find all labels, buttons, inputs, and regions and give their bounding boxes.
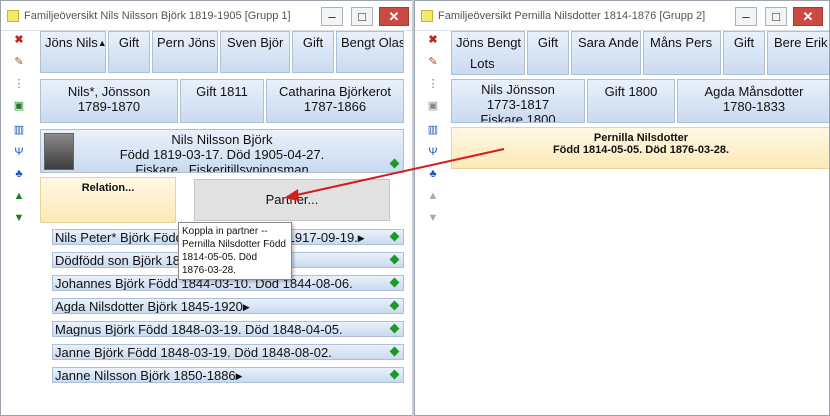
select-indicator-icon — [389, 323, 400, 334]
select-indicator-icon — [389, 231, 400, 242]
person-dates: Född 1819-03-17. Död 1905-04-27. — [119, 147, 325, 162]
list-icon[interactable]: ▥ — [426, 123, 440, 137]
down-arrow-icon[interactable]: ▼ — [12, 211, 26, 225]
parents-marriage-box[interactable]: Gift 1811 — [180, 79, 264, 123]
grandparent-box[interactable]: Pern Jöns▲ — [152, 31, 218, 73]
mother-box[interactable]: Catharina Björkerot 1787-1866 — [266, 79, 404, 123]
window-title: Familjeöversikt Pernilla Nilsdotter 1814… — [438, 10, 706, 22]
app-icon — [7, 10, 19, 22]
grandparent-box[interactable]: Jöns Bengt Lots — [451, 31, 525, 75]
person-name: Nils Nilsson Björk — [171, 132, 273, 147]
close-button[interactable]: ✕ — [793, 7, 823, 26]
partner-tooltip: Koppla in partner -- Pernilla Nilsdotter… — [178, 222, 292, 280]
select-indicator-icon — [389, 254, 400, 265]
marriage-box[interactable]: Gift — [292, 31, 334, 73]
grandparent-box[interactable]: Måns Pers — [643, 31, 721, 75]
father-occupation: Fiskare 1800 — [480, 112, 556, 123]
select-indicator-icon — [389, 277, 400, 288]
portrait-photo — [44, 133, 74, 170]
marriage-box[interactable]: Gift — [723, 31, 765, 75]
person-dates: Född 1814-05-05. Död 1876-03-28. — [552, 144, 730, 156]
mother-years: 1780-1833 — [722, 99, 786, 114]
child-row[interactable]: Magnus Björk Född 1848-03-19. Död 1848-0… — [52, 321, 404, 337]
family-icon[interactable]: ▣ — [12, 99, 26, 113]
child-label: Magnus Björk Född 1848-03-19. Död 1848-0… — [55, 322, 343, 337]
partner-button[interactable]: Partner... — [194, 179, 390, 221]
mother-box[interactable]: Agda Månsdotter 1780-1833 — [677, 79, 829, 123]
father-box[interactable]: Nils Jönsson 1773-1817 Fiskare 1800 — [451, 79, 585, 123]
marriage-box[interactable]: Gift — [108, 31, 150, 73]
person-name: Pernilla Nilsdotter — [593, 132, 689, 144]
close-button[interactable]: ✕ — [379, 7, 409, 26]
relation-button[interactable]: Relation... — [40, 177, 176, 223]
select-indicator-icon — [389, 300, 400, 311]
mother-name: Catharina Björkerot — [279, 84, 391, 99]
mother-name: Agda Månsdotter — [704, 84, 804, 99]
tree-icon[interactable]: ⋮ — [12, 77, 26, 91]
up-arrow-icon[interactable]: ▲ — [12, 189, 26, 203]
maximize-button[interactable]: □ — [351, 7, 373, 26]
ancestors-icon[interactable]: Ψ — [426, 145, 440, 159]
window-title: Familjeöversikt Nils Nilsson Björk 1819-… — [24, 10, 291, 22]
father-box[interactable]: Nils*, Jönsson 1789-1870 — [40, 79, 178, 123]
delete-icon[interactable]: ✖ — [426, 33, 440, 47]
father-years: 1773-1817 — [486, 97, 550, 112]
grandparent-name: Pern Jöns — [157, 35, 216, 50]
toolbar: ✖ ✎ ⋮ ▣ ▥ Ψ ♣ ▲ ▼ — [415, 31, 449, 415]
tree-icon[interactable]: ⋮ — [426, 77, 440, 91]
up-arrow-icon[interactable]: ▲ — [426, 189, 440, 203]
child-label: Agda Nilsdotter Björk 1845-1920 — [55, 299, 243, 314]
app-icon — [421, 10, 433, 22]
family-panel: Jöns Bengt Lots Gift Sara Ande Måns Pers… — [449, 31, 829, 415]
delete-icon[interactable]: ✖ — [12, 33, 26, 47]
descendants-icon[interactable]: ♣ — [12, 167, 26, 181]
parents-marriage-box[interactable]: Gift 1800 — [587, 79, 675, 123]
edit-note-icon[interactable]: ✎ — [12, 55, 26, 69]
tooltip-line: 1876-03-28. — [182, 265, 236, 276]
grandparent-name: Jöns Nils — [45, 35, 98, 50]
grandparent-name: Jöns Bengt — [456, 35, 522, 50]
grandparent-box[interactable]: Sara Ande — [571, 31, 641, 75]
toolbar: ✖ ✎ ⋮ ▣ ▥ Ψ ♣ ▲ ▼ — [1, 31, 35, 415]
grandparent-occupation: Lots — [470, 56, 495, 71]
tooltip-line: Koppla in partner -- — [182, 226, 268, 237]
grandparent-box[interactable]: Bere Erik — [767, 31, 829, 75]
list-icon[interactable]: ▥ — [12, 123, 26, 137]
mother-years: 1787-1866 — [303, 99, 367, 114]
minimize-button[interactable]: – — [321, 7, 343, 26]
tooltip-line: Pernilla Nilsdotter Född — [182, 239, 286, 250]
minimize-button[interactable]: – — [735, 7, 757, 26]
father-name: Nils Jönsson — [481, 82, 555, 97]
marriage-box[interactable]: Gift — [527, 31, 569, 75]
child-row[interactable]: Janne Björk Född 1848-03-19. Död 1848-08… — [52, 344, 404, 360]
grandparent-box[interactable]: Jöns Nils▲ — [40, 31, 106, 73]
down-arrow-icon[interactable]: ▼ — [426, 211, 440, 225]
main-person-box[interactable]: Pernilla Nilsdotter Född 1814-05-05. Död… — [451, 127, 829, 169]
child-label: Janne Nilsson Björk 1850-1886 — [55, 368, 236, 383]
grandparent-box[interactable]: Bengt Olas — [336, 31, 404, 73]
grandparent-box[interactable]: Sven Björ — [220, 31, 290, 73]
father-name: Nils*, Jönsson — [67, 84, 151, 99]
main-person-box[interactable]: Nils Nilsson Björk Född 1819-03-17. Död … — [40, 129, 404, 173]
title-bar[interactable]: Familjeöversikt Nils Nilsson Björk 1819-… — [1, 1, 413, 31]
family-icon[interactable]: ▣ — [426, 99, 440, 113]
family-window-right: Familjeöversikt Pernilla Nilsdotter 1814… — [414, 0, 830, 416]
child-row[interactable]: Agda Nilsdotter Björk 1845-1920▶ — [52, 298, 404, 314]
child-label: Janne Björk Född 1848-03-19. Död 1848-08… — [55, 345, 332, 360]
edit-note-icon[interactable]: ✎ — [426, 55, 440, 69]
child-row[interactable]: Janne Nilsson Björk 1850-1886▶ — [52, 367, 404, 383]
maximize-button[interactable]: □ — [765, 7, 787, 26]
ancestors-icon[interactable]: Ψ — [12, 145, 26, 159]
father-years: 1789-1870 — [77, 99, 141, 114]
person-occupation: Fiskare , Fiskeritillsyningsman — [135, 162, 309, 173]
family-window-left: Familjeöversikt Nils Nilsson Björk 1819-… — [0, 0, 414, 416]
title-bar[interactable]: Familjeöversikt Pernilla Nilsdotter 1814… — [415, 1, 829, 31]
tooltip-line: 1814-05-05. Död — [182, 252, 258, 263]
select-indicator-icon — [389, 346, 400, 357]
descendants-icon[interactable]: ♣ — [426, 167, 440, 181]
select-indicator-icon — [389, 369, 400, 380]
